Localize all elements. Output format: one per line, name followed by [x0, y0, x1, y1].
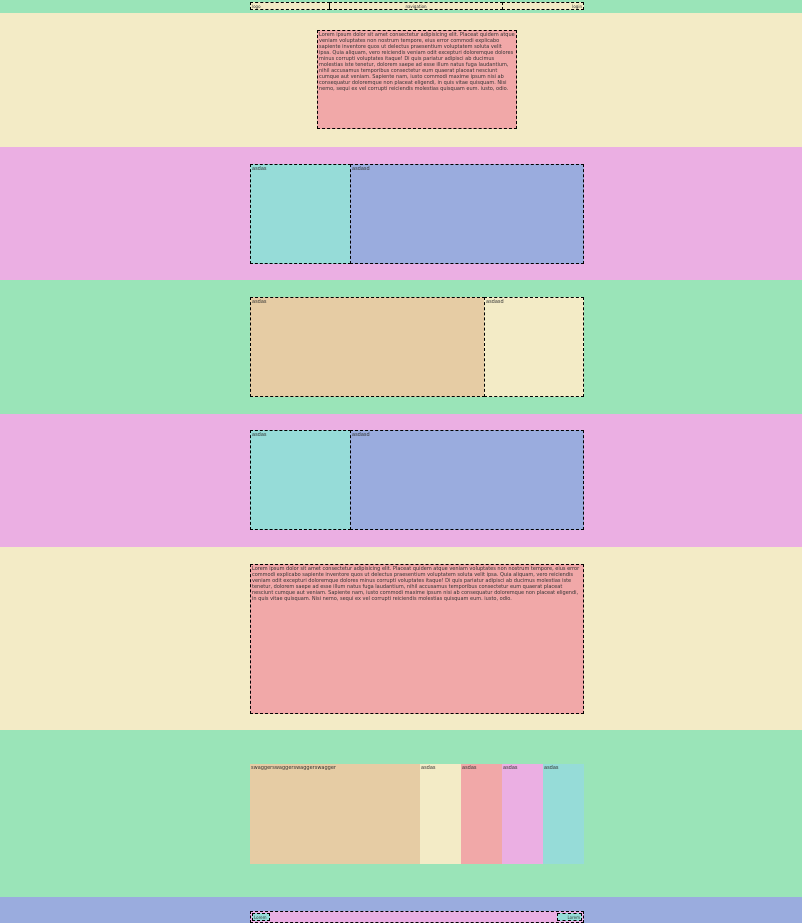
header-logo-text: logo: [252, 4, 261, 9]
header-navigation[interactable]: navigation: [329, 2, 503, 10]
row2-left-label: asdas: [252, 299, 267, 305]
gallery-tile-3: asdas: [502, 764, 543, 864]
row1-left-card: asdas: [250, 164, 351, 264]
article-text-box: Lorem ipsum dolor sit amet consectetur a…: [250, 564, 584, 714]
header-logo: logo: [250, 2, 330, 10]
row2-right-card: asdasd: [484, 297, 584, 397]
row1-right-card: asdasd: [350, 164, 584, 264]
footer-right-text: Lorem: [567, 915, 580, 920]
row3-right-card: asdasd: [350, 430, 584, 530]
row3-left-card: asdas: [250, 430, 351, 530]
row3-right-label: asdasd: [352, 432, 370, 438]
footer-left-text: Lorem: [254, 915, 267, 920]
row2-right-label: asdasd: [486, 299, 504, 305]
intro-text: Lorem ipsum dolor sit amet consectetur a…: [319, 32, 515, 92]
gallery-tile-4: asdas: [543, 764, 584, 864]
gallery-tile-1-label: asdas: [421, 765, 436, 771]
gallery-tile-3-label: asdas: [503, 765, 518, 771]
article-text: Lorem ipsum dolor sit amet consectetur a…: [252, 566, 580, 602]
gallery-tile-4-label: asdas: [544, 765, 559, 771]
header-navigation-text: navigation: [405, 4, 427, 9]
gallery-first-label: swaggerswaggerswaggerswagger: [251, 765, 336, 771]
gallery-tile-2-label: asdas: [462, 765, 477, 771]
intro-text-box: Lorem ipsum dolor sit amet consectetur a…: [317, 30, 517, 129]
footer-container: [250, 911, 584, 923]
row2-left-card: asdas: [250, 297, 485, 397]
row3-left-label: asdas: [252, 432, 267, 438]
gallery-first-tile: swaggerswaggerswaggerswagger: [250, 764, 420, 864]
footer-right-item[interactable]: Lorem: [557, 913, 582, 921]
gallery-tile-2: asdas: [461, 764, 502, 864]
gallery-tile-1: asdas: [420, 764, 461, 864]
row1-left-label: asdas: [252, 166, 267, 172]
header-login[interactable]: login: [502, 2, 584, 10]
row1-right-label: asdasd: [352, 166, 370, 172]
header-login-text: login: [572, 4, 582, 9]
footer-left-item[interactable]: Lorem: [252, 913, 270, 921]
